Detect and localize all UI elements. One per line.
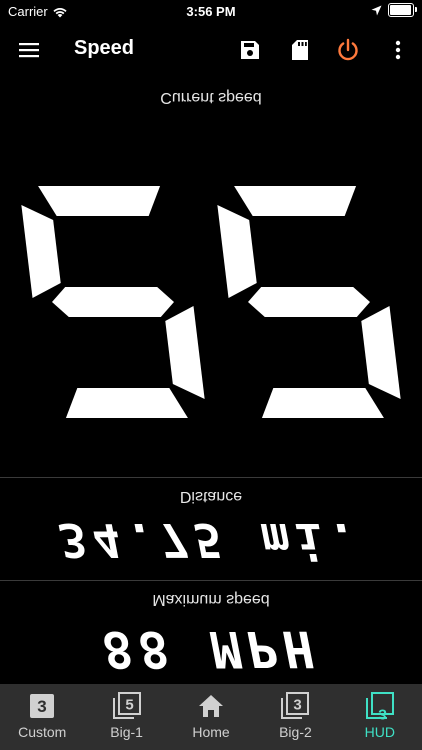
menu-icon [19,43,39,58]
distance-value: 34.75 mi. [59,513,363,567]
speed-digit-2-segment-a [261,388,384,418]
tab-label: Home [192,724,230,740]
current-speed-label: Current speed [160,89,262,106]
speed-digit-2-segment-d [234,186,357,216]
max-speed-value: 88 MPH [102,620,320,678]
tab-label: Custom [18,724,67,740]
current-speed-digits [21,186,401,418]
speed-digit-2-segment-g [248,287,370,317]
status-right [371,3,417,17]
tab-big-1[interactable]: 5 Big-1 [84,684,168,750]
speed-digit-1-segment-g [52,287,174,317]
tab-home[interactable]: Home [169,684,253,750]
big-2-icon: 3 [280,692,310,720]
tab-hud[interactable]: 3 HUD [338,684,422,750]
speed-digit-2-segment-e [217,205,257,298]
big-1-icon: 5 [112,692,142,720]
speed-digit-1-segment-d [38,186,161,216]
battery-icon [388,3,417,17]
speed-digit-2-segment-b [361,306,401,399]
save-icon [241,41,259,59]
hud-icon: 3 [365,692,395,720]
svg-text:3: 3 [378,706,386,721]
sd-card-icon [292,40,308,60]
battery-level-fill [390,5,411,15]
bottom-tab-bar: 3 Custom 5 Big-1 Home 3 Big-2 3 HUD [0,684,422,750]
distance-value-display: 34.75 mi. [0,512,422,568]
distance-label: Distance [179,488,243,505]
status-bar: Carrier 3:56 PM [0,0,422,22]
status-time: 3:56 PM [186,4,236,19]
max-speed-label: Maximum speed [152,591,270,608]
location-arrow-icon [371,5,382,15]
custom-icon: 3 [27,692,57,720]
power-icon [338,38,358,61]
svg-text:3: 3 [37,697,46,716]
svg-text:3: 3 [294,697,302,714]
page-title: Speed [74,37,135,59]
svg-text:5: 5 [125,697,133,714]
app-bar: Speed [0,22,422,78]
divider [0,477,422,478]
speed-digit-1-segment-a [65,388,188,418]
divider [0,580,422,581]
sd-card-button[interactable] [286,36,314,64]
power-button[interactable] [334,36,362,64]
tab-label: Big-2 [279,724,312,740]
menu-button[interactable] [16,37,42,63]
tab-custom[interactable]: 3 Custom [0,684,84,750]
tab-label: HUD [364,724,395,740]
tab-big-2[interactable]: 3 Big-2 [253,684,337,750]
tab-label: Big-1 [110,724,143,740]
speed-digit-1-segment-e [21,205,61,298]
home-icon [196,692,226,720]
max-speed-display: 88 MPH [0,620,422,678]
more-vert-icon [395,40,401,60]
more-options-button[interactable] [384,36,412,64]
current-speed-display: 22 [0,182,422,422]
speed-digit-1-segment-b [165,306,205,399]
save-button[interactable] [236,36,264,64]
